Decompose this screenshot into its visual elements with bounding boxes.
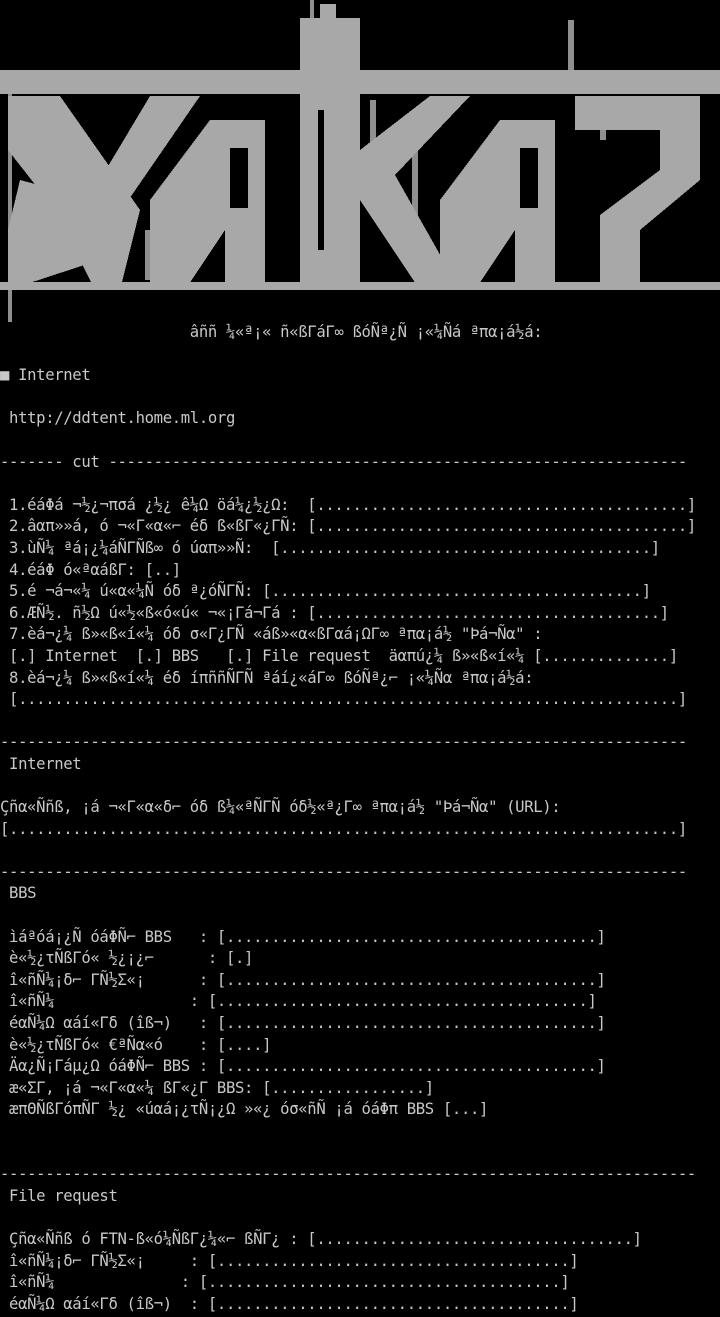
screen-line: [.] Internet [.] BBS [.] File request äα…	[0, 646, 678, 665]
screen-line: î«ñÑ¼ : [...............................…	[0, 992, 597, 1011]
screen-line: Internet	[0, 754, 82, 773]
screen-line: ìáªóá¡¿Ñ óáΦÑ⌐ BBS : [..................…	[0, 927, 606, 946]
screen-line: î«ñÑ¼ : [...............................…	[0, 1273, 570, 1292]
screen-line: ■ Internet	[0, 366, 91, 385]
screen-line: ------- cut ----------------------------…	[0, 452, 687, 471]
screen-line	[0, 840, 720, 862]
screen-line: http://ddtent.home.ml.org	[0, 409, 235, 428]
screen-line: 1.éáΦá ¬½¿¬πσá ¿½¿ ê¼Ω öá¼¿½¿Ω: [.......…	[0, 495, 696, 514]
screen-line: Çñα«Ññß ó FTN-ß«ó¼ÑßΓ¿¼«⌐ ßÑΓ¿ : [......…	[0, 1229, 642, 1248]
screen-line: File request	[0, 1186, 118, 1205]
screen-line: [.......................................…	[0, 690, 687, 709]
screen-line: 3.ùÑ¼ ªá¡¿¼áÑΓÑß∞ ó úαπ»»Ñ: [...........…	[0, 538, 660, 557]
screen-line: ----------------------------------------…	[0, 862, 687, 881]
screen-line: 2.âαπ»»á, ó ¬«Γ«α«⌐ éδ ß«ßΓ«¿ΓÑ: [......…	[0, 517, 696, 536]
screen-line	[0, 430, 720, 452]
ascii-logo	[0, 0, 720, 322]
screen-line: Çñα«Ññß, ¡á ¬«Γ«α«δ⌐ óδ ß¼«ªÑΓÑ óδ½«ª¿Γ∞…	[0, 798, 561, 817]
screen-line: è«½¿τÑßΓó« €ªÑα«ó : [....]	[0, 1035, 272, 1054]
screen-line: ----------------------------------------…	[0, 1165, 696, 1184]
screen-line: 5.é ¬á¬«¼ ú«α«¼Ñ óδ ª¿óÑΓÑ: [...........…	[0, 582, 651, 601]
screen-line: 7.èá¬¿¼ ß»«ß«í«¼ óδ σ«Γ¿ΓÑ «áß»«α«ßΓαá¡Ω…	[0, 625, 543, 644]
screen-line: éαÑ¼Ω αáí«Γδ (îß¬) : [..................…	[0, 1294, 579, 1313]
screen-line: Äα¿Ñ¡Γáµ¿Ω óáΦÑ⌐ BBS : [................…	[0, 1057, 606, 1076]
screen-line	[0, 387, 720, 409]
logo-shape	[0, 4, 720, 290]
screen-line: [.......................................…	[0, 819, 687, 838]
screen-line	[0, 711, 720, 733]
screen-line: 4.éáΦ ó«ªαáßΓ: [..]	[0, 560, 181, 579]
screen-line	[0, 344, 720, 366]
screen-line: âññ ¼«ª¡« ñ«ßΓáΓ∞ ßóÑª¿Ñ ¡«¼Ñá ªπα¡á½á:	[0, 323, 543, 341]
screen-line: æ«ΣΓ, ¡á ¬«Γ«α«¼ ßΓ«¿Γ BBS: [...........…	[0, 1078, 434, 1097]
screen-line: 6.ÆÑ½. ñ½Ω ú«½«ß«ó«ú« ¬«¡Γá¬Γá : [......…	[0, 603, 669, 622]
screen-line: î«ñÑ¼¡δ⌐ ΓÑ½Σ«¡ : [.....................…	[0, 970, 606, 989]
screen-line: BBS	[0, 884, 37, 903]
screen-line: éαÑ¼Ω αáí«Γδ (îß¬) : [..................…	[0, 1014, 606, 1032]
text-screen: âññ ¼«ª¡« ñ«ßΓáΓ∞ ßóÑª¿Ñ ¡«¼Ñá ªπα¡á½á: ■…	[0, 322, 720, 1317]
screen-line	[0, 775, 720, 797]
screen-line	[0, 1207, 720, 1229]
logo-art	[0, 0, 720, 322]
screen-line: è«½¿τÑßΓó« ½¿¡¿⌐ : [.]	[0, 949, 254, 968]
screen-line	[0, 473, 720, 495]
screen-line: æπΘÑßΓóπÑΓ ½¿ «úαá¡¿τÑ¡¿Ω »«¿ óσ«ñÑ ¡á ó…	[0, 1100, 489, 1119]
screen-line	[0, 1121, 720, 1143]
screen-line: ----------------------------------------…	[0, 733, 687, 752]
screen-line: î«ñÑ¼¡δ⌐ ΓÑ½Σ«¡ : [.....................…	[0, 1251, 579, 1270]
screen-line	[0, 1143, 720, 1165]
screen-line	[0, 905, 720, 927]
screen-line: 8.èá¬¿¼ ß»«ß«í«¼ éδ íπññÑΓÑ ªáí¿«áΓ∞ ßóÑ…	[0, 668, 534, 687]
